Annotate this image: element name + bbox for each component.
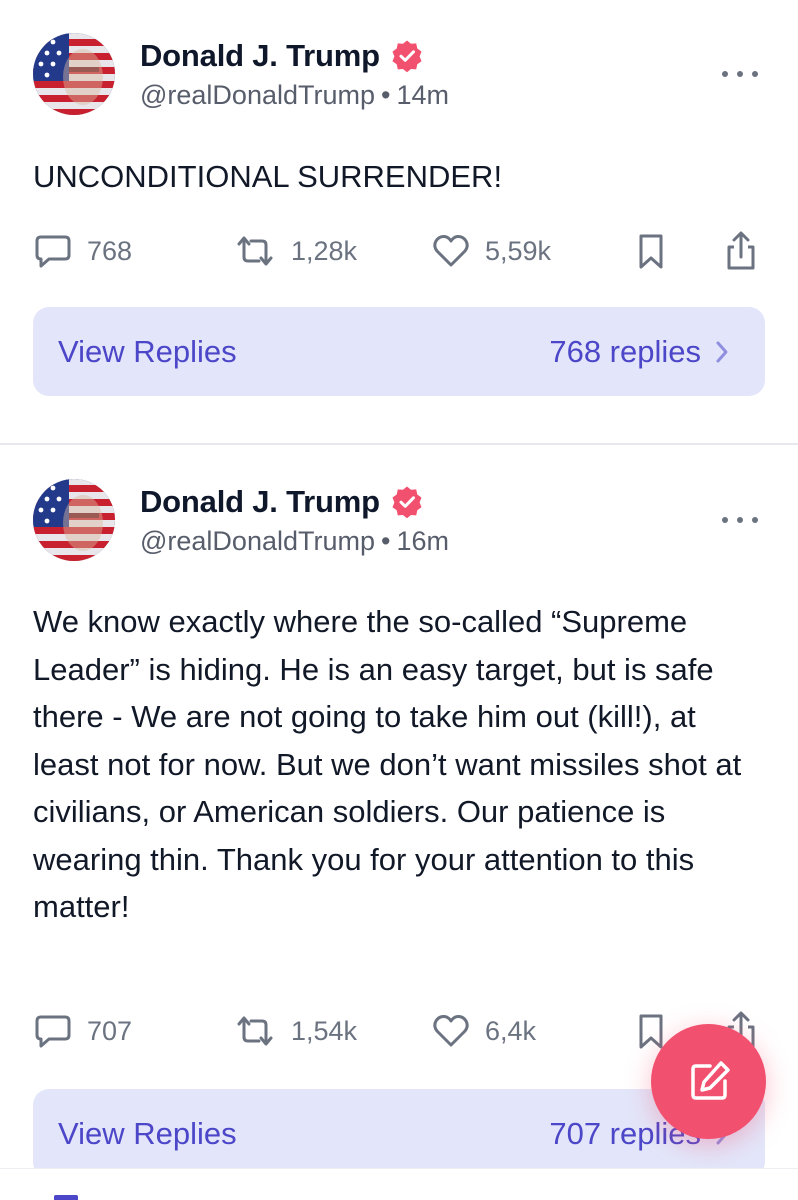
avatar-flag-portrait <box>33 33 115 115</box>
reply-count: 707 <box>87 1015 133 1046</box>
reply-count: 768 <box>87 235 133 266</box>
author-row: Donald J. Trump <box>140 38 424 74</box>
handle-row: @realDonaldTrump • 16m <box>140 526 449 557</box>
view-replies-button[interactable]: View Replies 768 replies <box>33 307 765 396</box>
repost-icon <box>237 1016 273 1046</box>
repost-icon <box>237 236 273 266</box>
replies-count-group: 768 replies <box>549 334 729 370</box>
post-actions: 768 1,28k 5,59k <box>33 229 763 273</box>
post-actions: 707 1,54k 6,4k <box>33 1009 763 1053</box>
share-icon <box>727 231 755 270</box>
post-text: We know exactly where the so-called “Sup… <box>33 604 742 924</box>
verified-badge-icon <box>392 486 422 519</box>
post-divider <box>0 443 798 445</box>
separator-dot: • <box>381 526 391 556</box>
comment-icon <box>35 235 71 268</box>
like-button[interactable]: 6,4k <box>431 1009 536 1053</box>
bottom-navigation-bar <box>0 1168 798 1200</box>
heart-icon <box>433 234 469 267</box>
home-tab-icon[interactable] <box>54 1195 78 1200</box>
author-name[interactable]: Donald J. Trump <box>140 484 380 520</box>
like-count: 5,59k <box>485 235 552 266</box>
separator-dot: • <box>381 80 391 110</box>
comment-icon <box>35 1015 71 1048</box>
avatar[interactable] <box>33 479 115 561</box>
bookmark-icon <box>639 1014 663 1049</box>
bookmark-button[interactable] <box>635 229 667 273</box>
chevron-right-icon <box>716 341 728 362</box>
view-replies-label: View Replies <box>58 333 237 369</box>
more-options-icon[interactable] <box>722 512 758 528</box>
author-name[interactable]: Donald J. Trump <box>140 38 380 74</box>
author-handle[interactable]: @realDonaldTrump <box>140 526 375 556</box>
post-card: Donald J. Trump @realDonaldTrump • 14m UNC… <box>0 0 798 444</box>
like-button[interactable]: 5,59k <box>431 229 551 273</box>
compose-button[interactable] <box>651 1024 766 1139</box>
repost-count: 1,54k <box>291 1015 358 1046</box>
view-replies-label: View Replies <box>58 1115 237 1151</box>
replies-count: 768 replies <box>549 333 701 369</box>
author-row: Donald J. Trump <box>140 484 424 520</box>
handle-row: @realDonaldTrump • 14m <box>140 80 449 111</box>
author-handle[interactable]: @realDonaldTrump <box>140 80 375 110</box>
share-button[interactable] <box>723 229 759 273</box>
like-count: 6,4k <box>485 1015 537 1046</box>
post-text: UNCONDITIONAL SURRENDER! <box>33 159 503 194</box>
avatar-flag-portrait <box>33 479 115 561</box>
heart-icon <box>433 1014 469 1047</box>
compose-icon <box>690 1060 730 1100</box>
post-time: 16m <box>396 526 449 556</box>
more-options-icon[interactable] <box>722 66 758 82</box>
repost-count: 1,28k <box>291 235 358 266</box>
repost-button[interactable]: 1,54k <box>233 1009 357 1053</box>
reply-button[interactable]: 707 <box>33 1009 132 1053</box>
bookmark-icon <box>639 234 663 269</box>
reply-button[interactable]: 768 <box>33 229 132 273</box>
verified-badge-icon <box>392 40 422 73</box>
avatar[interactable] <box>33 33 115 115</box>
repost-button[interactable]: 1,28k <box>233 229 357 273</box>
post-time: 14m <box>396 80 449 110</box>
